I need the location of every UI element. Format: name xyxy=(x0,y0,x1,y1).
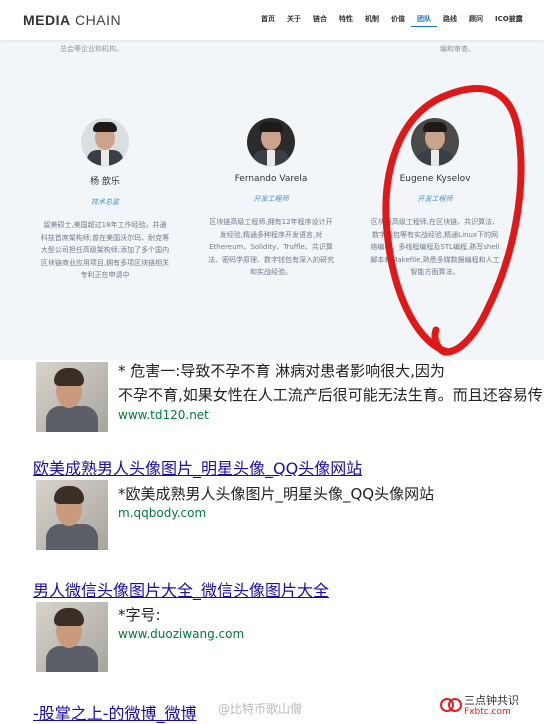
main-nav: 首页 关于 链合 特性 机制 价值 团队 路线 顾问 ICO披露 xyxy=(255,14,529,27)
result-title-link[interactable]: 男人微信头像图片大全_微信头像图片大全 xyxy=(33,577,329,601)
member-role: 开发工程师 xyxy=(417,195,453,203)
result-snippet: *欧美成熟男人头像图片_明星头像_QQ头像网站 xyxy=(118,485,435,503)
prev-section-text-right: 编和审查。 xyxy=(440,45,475,53)
member-avatar xyxy=(81,118,129,166)
member-role: 开发工程师 xyxy=(253,195,289,203)
result-snippet: *字号: xyxy=(118,606,161,624)
brand-logo-icon xyxy=(440,698,462,712)
result-snippet: * 危害一:导致不孕不育 淋病对患者影响很大,因为 xyxy=(118,362,445,380)
result-thumbnail[interactable] xyxy=(36,602,108,672)
member-name: Eugene Kyselov xyxy=(399,174,471,184)
member-avatar xyxy=(247,118,295,166)
brand-site: Fxbtc.com xyxy=(464,707,511,717)
member-name: Fernando Varela xyxy=(234,174,308,184)
result-url[interactable]: m.qqbody.com xyxy=(118,506,206,520)
result-thumbnail[interactable] xyxy=(36,362,108,432)
prev-section-text: 总会等企业和机构。 xyxy=(60,45,123,53)
member-bio: 留美硕士,美国超过18年工作经验。并通科技首席架构师;曾在美国沃尔玛、耐克等大型… xyxy=(40,221,170,279)
nav-home[interactable]: 首页 xyxy=(255,14,281,27)
result-url[interactable]: www.td120.net xyxy=(118,408,209,422)
team-member-card: Eugene Kyselov 开发工程师 区块链高级工程师,在区块链、共识算法、… xyxy=(360,118,510,279)
result-thumbnail[interactable] xyxy=(36,480,108,550)
top-navbar: MEDIA CHAIN 首页 关于 链合 特性 机制 价值 团队 路线 顾问 I… xyxy=(0,0,544,40)
nav-value[interactable]: 价值 xyxy=(385,14,411,27)
brand-watermark: 三点钟共识 Fxbtc.com xyxy=(440,692,540,722)
team-member-card: Fernando Varela 开发工程师 区块链高级工程师,拥有12年程序设计… xyxy=(196,118,346,279)
nav-features[interactable]: 特性 xyxy=(333,14,359,27)
nav-team[interactable]: 团队 xyxy=(411,14,437,27)
nav-mechanism[interactable]: 机制 xyxy=(359,14,385,27)
member-bio: 区块链高级工程师,在区块链、共识算法、数字钱包等有实战经验,精通Linux下的网… xyxy=(370,218,500,276)
weibo-watermark: @比特币歌山僧 xyxy=(218,702,303,716)
site-logo[interactable]: MEDIA CHAIN xyxy=(23,12,121,28)
member-bio: 区块链高级工程师,拥有12年程序设计开发经验,精通多种程序开发语言,对Ether… xyxy=(208,218,334,276)
member-avatar xyxy=(411,118,459,166)
result-snippet: 不孕不育,如果女性在人工流产后很可能无法生育。而且还容易传 xyxy=(118,386,543,404)
nav-ico[interactable]: ICO披露 xyxy=(489,14,529,27)
member-name: 杨 歆乐 xyxy=(90,177,120,187)
result-title-link[interactable]: 欧美成熟男人头像图片_明星头像_QQ头像网站 xyxy=(33,455,362,479)
brand-name: 三点钟共识 xyxy=(464,694,519,707)
team-member-card: 杨 歆乐 技术总监 留美硕士,美国超过18年工作经验。并通科技首席架构师;曾在美… xyxy=(30,118,180,282)
nav-advisors[interactable]: 顾问 xyxy=(463,14,489,27)
result-url[interactable]: www.duoziwang.com xyxy=(118,627,244,641)
result-title-link[interactable]: -股掌之上-的微博_微博 xyxy=(33,700,197,724)
nav-roadmap[interactable]: 路线 xyxy=(437,14,463,27)
nav-about[interactable]: 关于 xyxy=(281,14,307,27)
team-page-screenshot: MEDIA CHAIN 首页 关于 链合 特性 机制 价值 团队 路线 顾问 I… xyxy=(0,0,544,360)
nav-chain[interactable]: 链合 xyxy=(307,14,333,27)
member-role: 技术总监 xyxy=(91,198,119,206)
